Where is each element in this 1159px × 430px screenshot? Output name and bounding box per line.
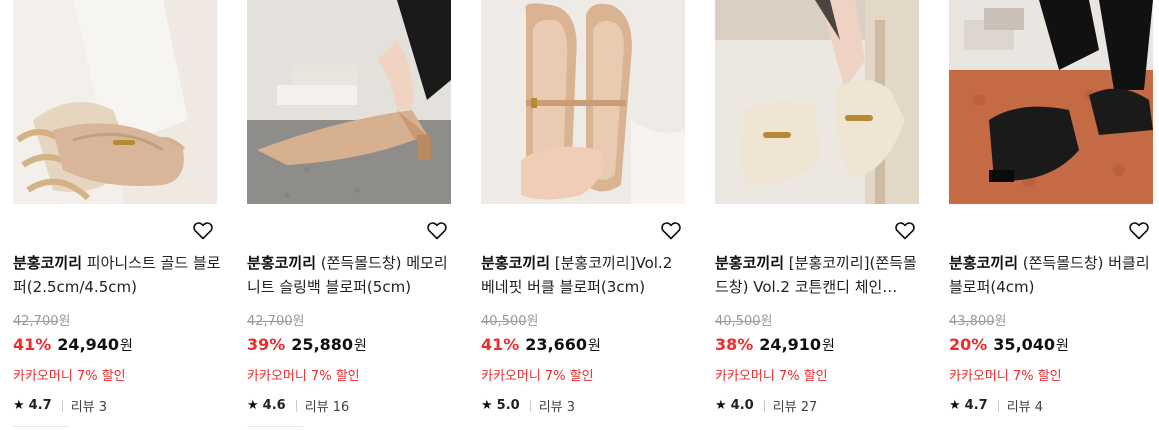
review-count: 리뷰 27: [772, 400, 818, 415]
brand-name: 분홍코끼리: [13, 254, 83, 272]
star-icon: ★: [949, 398, 961, 413]
star-icon: ★: [481, 398, 493, 413]
divider: [529, 399, 531, 412]
discount-rate: 41%: [481, 335, 520, 354]
original-price: 40,500원: [715, 314, 773, 329]
divider: [295, 399, 297, 412]
sale-price: 20% 35,040원: [949, 335, 1069, 354]
discount-rate: 39%: [247, 335, 286, 354]
promo-text: 카카오머니 7% 할인: [715, 369, 828, 384]
product-card[interactable]: 분홍코끼리 (쫀득몰드창) 메모리 니트 슬링백 블로퍼(5cm) 42,700…: [247, 0, 451, 430]
product-photo-black-loafer: [949, 0, 1153, 204]
product-photo-slingback: [247, 0, 451, 204]
rating-score: 4.6: [262, 398, 286, 413]
rating-row: ★ 4.6 리뷰 16: [247, 396, 349, 415]
review-count: 리뷰 3: [70, 400, 108, 415]
rating-score: 4.7: [28, 398, 52, 413]
product-image[interactable]: [247, 0, 451, 204]
product-card[interactable]: 분홍코끼리 [분홍코끼리]Vol.2 베네핏 버클 블로퍼(3cm) 40,50…: [481, 0, 685, 430]
product-card[interactable]: 분홍코끼리 [분홍코끼리](쫀득몰드창) Vol.2 코튼캔디 체인… 40,5…: [715, 0, 919, 430]
divider: [763, 399, 765, 412]
product-image[interactable]: [715, 0, 919, 204]
rating-row: ★ 4.0 리뷰 27: [715, 396, 817, 415]
promo-text: 카카오머니 7% 할인: [247, 369, 360, 384]
review-count: 리뷰 3: [538, 400, 576, 415]
card-bottom-line: [13, 426, 69, 430]
product-image[interactable]: [481, 0, 685, 204]
rating-row: ★ 4.7 리뷰 4: [949, 396, 1043, 415]
review-count: 리뷰 4: [1006, 400, 1044, 415]
star-icon: ★: [13, 398, 25, 413]
original-price: 42,700원: [13, 314, 71, 329]
review-count: 리뷰 16: [304, 400, 350, 415]
divider: [997, 399, 999, 412]
product-photo-mary-jane: [481, 0, 685, 204]
product-photo-beige-mule: [13, 0, 217, 204]
product-image[interactable]: [13, 0, 217, 204]
brand-name: 분홍코끼리: [481, 254, 551, 272]
product-photo-ivory-loafer: [715, 0, 919, 204]
sale-price: 39% 25,880원: [247, 335, 367, 354]
rating-row: ★ 5.0 리뷰 3: [481, 396, 575, 415]
product-title[interactable]: 분홍코끼리 (쫀득몰드창) 버클리 블로퍼(4cm): [949, 251, 1157, 299]
product-image[interactable]: [949, 0, 1153, 204]
rating-score: 4.0: [730, 398, 754, 413]
original-price: 43,800원: [949, 314, 1007, 329]
product-title[interactable]: 분홍코끼리 피아니스트 골드 블로퍼(2.5cm/4.5cm): [13, 251, 221, 299]
promo-text: 카카오머니 7% 할인: [481, 369, 594, 384]
product-card[interactable]: 분홍코끼리 피아니스트 골드 블로퍼(2.5cm/4.5cm) 42,700원 …: [13, 0, 221, 430]
sale-price: 38% 24,910원: [715, 335, 835, 354]
sale-price: 41% 24,940원: [13, 335, 133, 354]
product-grid: 분홍코끼리 피아니스트 골드 블로퍼(2.5cm/4.5cm) 42,700원 …: [0, 0, 1159, 430]
wishlist-heart-icon[interactable]: [893, 218, 917, 242]
star-icon: ★: [715, 398, 727, 413]
brand-name: 분홍코끼리: [247, 254, 317, 272]
discount-rate: 20%: [949, 335, 988, 354]
brand-name: 분홍코끼리: [949, 254, 1019, 272]
card-bottom-line: [247, 426, 303, 430]
wishlist-heart-icon[interactable]: [191, 218, 215, 242]
rating-row: ★ 4.7 리뷰 3: [13, 396, 107, 415]
divider: [61, 399, 63, 412]
wishlist-heart-icon[interactable]: [659, 218, 683, 242]
product-title[interactable]: 분홍코끼리 (쫀득몰드창) 메모리 니트 슬링백 블로퍼(5cm): [247, 251, 455, 299]
product-title[interactable]: 분홍코끼리 [분홍코끼리](쫀득몰드창) Vol.2 코튼캔디 체인…: [715, 251, 923, 299]
rating-score: 4.7: [964, 398, 988, 413]
original-price: 42,700원: [247, 314, 305, 329]
wishlist-heart-icon[interactable]: [425, 218, 449, 242]
promo-text: 카카오머니 7% 할인: [949, 369, 1062, 384]
wishlist-heart-icon[interactable]: [1127, 218, 1151, 242]
promo-text: 카카오머니 7% 할인: [13, 369, 126, 384]
rating-score: 5.0: [496, 398, 520, 413]
discount-rate: 41%: [13, 335, 52, 354]
sale-price: 41% 23,660원: [481, 335, 601, 354]
star-icon: ★: [247, 398, 259, 413]
original-price: 40,500원: [481, 314, 539, 329]
product-title[interactable]: 분홍코끼리 [분홍코끼리]Vol.2 베네핏 버클 블로퍼(3cm): [481, 251, 689, 299]
product-card[interactable]: 분홍코끼리 (쫀득몰드창) 버클리 블로퍼(4cm) 43,800원 20% 35…: [949, 0, 1153, 430]
discount-rate: 38%: [715, 335, 754, 354]
brand-name: 분홍코끼리: [715, 254, 785, 272]
